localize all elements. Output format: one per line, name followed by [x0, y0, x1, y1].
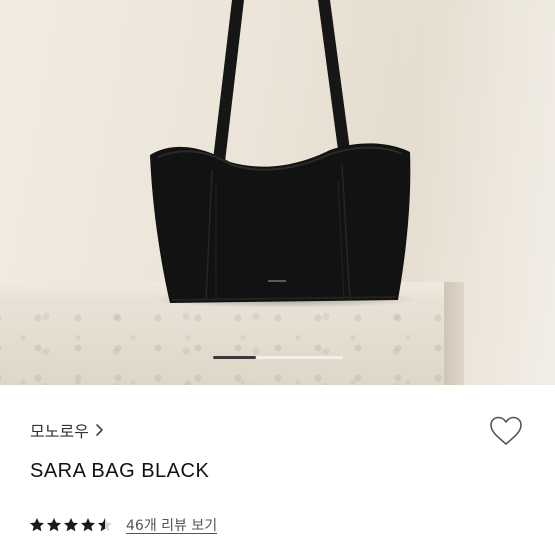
bag-logo-stamp: [268, 280, 286, 282]
star-icon: [81, 518, 95, 532]
rating-row: 46개 리뷰 보기: [29, 514, 217, 536]
product-title: SARA BAG BLACK: [30, 460, 210, 482]
star-icon: [47, 518, 61, 532]
star-icon: [64, 518, 78, 532]
product-image[interactable]: [0, 0, 555, 385]
star-icon: [30, 518, 44, 532]
rating-stars: [29, 517, 113, 533]
wishlist-button[interactable]: [487, 413, 525, 449]
carousel-active-segment: [213, 356, 256, 359]
chevron-right-icon: [96, 424, 103, 436]
star-icon: [98, 518, 112, 532]
review-link[interactable]: 46개 리뷰 보기: [126, 515, 217, 535]
brand-name: 모노로우: [30, 422, 89, 441]
tote-bag-illustration: [150, 0, 411, 303]
carousel-indicator: [213, 356, 343, 359]
heart-outline-icon: [490, 416, 522, 445]
brand-link[interactable]: 모노로우: [30, 418, 105, 442]
